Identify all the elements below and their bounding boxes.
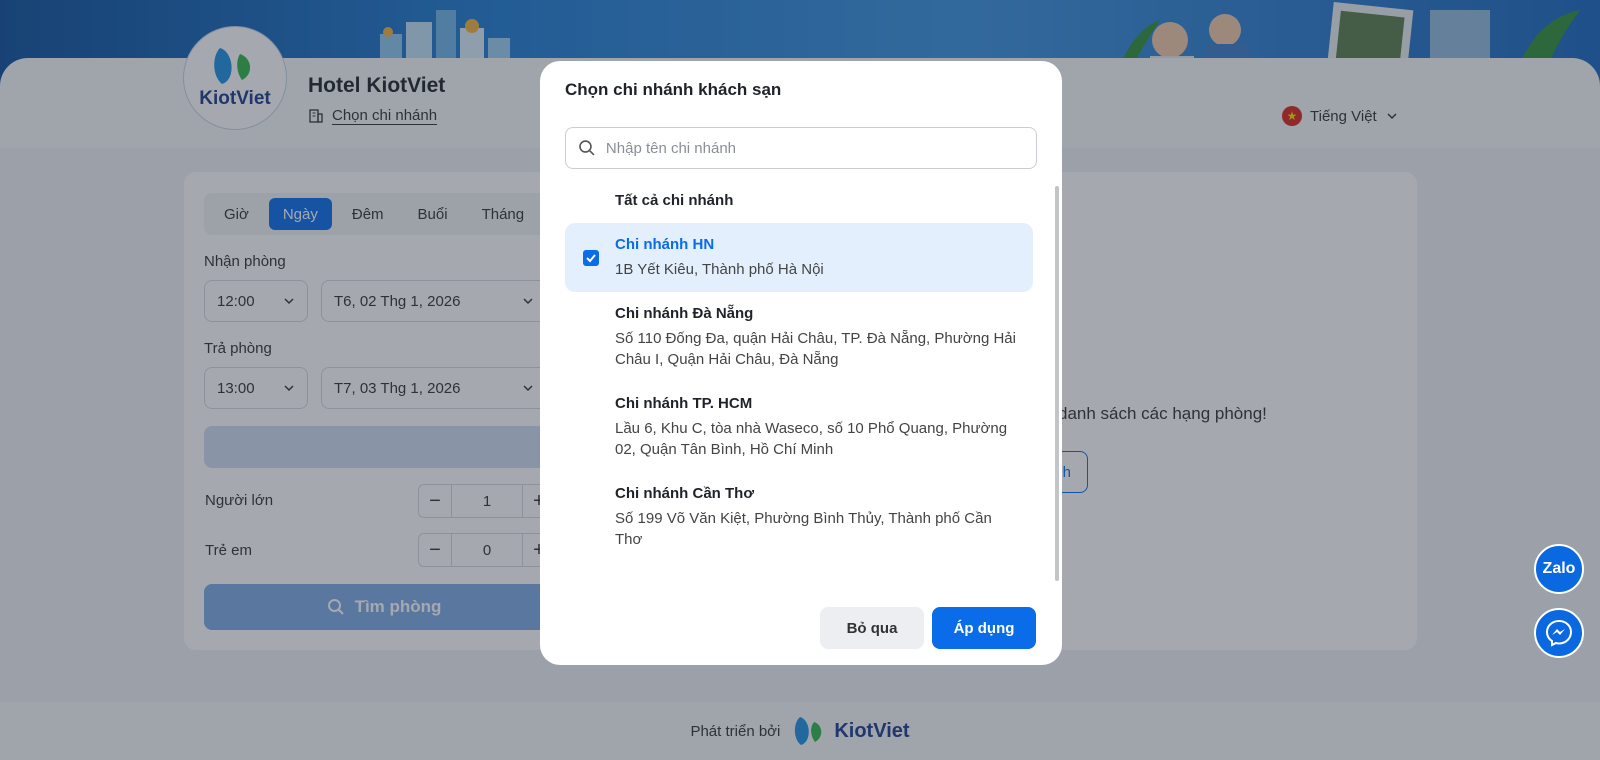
- branch-item-all[interactable]: Tất cả chi nhánh: [565, 179, 1033, 223]
- branch-address: Số 110 Đống Đa, quận Hải Châu, TP. Đà Nẵ…: [615, 330, 1016, 368]
- modal-title: Chọn chi nhánh khách sạn: [565, 80, 782, 99]
- branch-name: Chi nhánh HN: [615, 236, 715, 253]
- branch-item-cantho[interactable]: Chi nhánh Cần Thơ Số 199 Võ Văn Kiệt, Ph…: [565, 472, 1033, 562]
- branch-name: Tất cả chi nhánh: [615, 192, 734, 209]
- messenger-icon: [1545, 619, 1573, 647]
- apply-button[interactable]: Áp dụng: [932, 607, 1036, 649]
- branch-address: Lầu 6, Khu C, tòa nhà Waseco, số 10 Phổ …: [615, 420, 1008, 458]
- branch-name: Chi nhánh TP. HCM: [615, 395, 753, 412]
- branch-address: Số 199 Võ Văn Kiệt, Phường Bình Thủy, Th…: [615, 510, 992, 548]
- branch-item-danang[interactable]: Chi nhánh Đà Nẵng Số 110 Đống Đa, quận H…: [565, 292, 1033, 382]
- branch-item-hcm[interactable]: Chi nhánh TP. HCM Lầu 6, Khu C, tòa nhà …: [565, 382, 1033, 472]
- branch-name: Chi nhánh Cần Thơ: [615, 485, 754, 502]
- branch-search-box: [565, 127, 1037, 169]
- messenger-chat-button[interactable]: [1534, 608, 1584, 658]
- cancel-button[interactable]: Bỏ qua: [820, 607, 924, 649]
- branch-select-modal: Chọn chi nhánh khách sạn Tất cả chi nhán…: [540, 61, 1062, 665]
- branch-list-scrollbar[interactable]: [1055, 186, 1059, 581]
- checkmark-icon: [586, 253, 596, 262]
- checkbox-checked-icon[interactable]: [583, 249, 599, 266]
- zalo-chat-button[interactable]: Zalo: [1534, 544, 1584, 594]
- branch-name: Chi nhánh Đà Nẵng: [615, 305, 754, 322]
- branch-list: Tất cả chi nhánh Chi nhánh HN 1B Yết Kiê…: [565, 179, 1037, 629]
- branch-item-hn[interactable]: Chi nhánh HN 1B Yết Kiêu, Thành phố Hà N…: [565, 223, 1033, 292]
- branch-address: 1B Yết Kiêu, Thành phố Hà Nội: [615, 261, 824, 278]
- branch-search-input[interactable]: [605, 139, 1024, 157]
- search-icon: [579, 140, 595, 156]
